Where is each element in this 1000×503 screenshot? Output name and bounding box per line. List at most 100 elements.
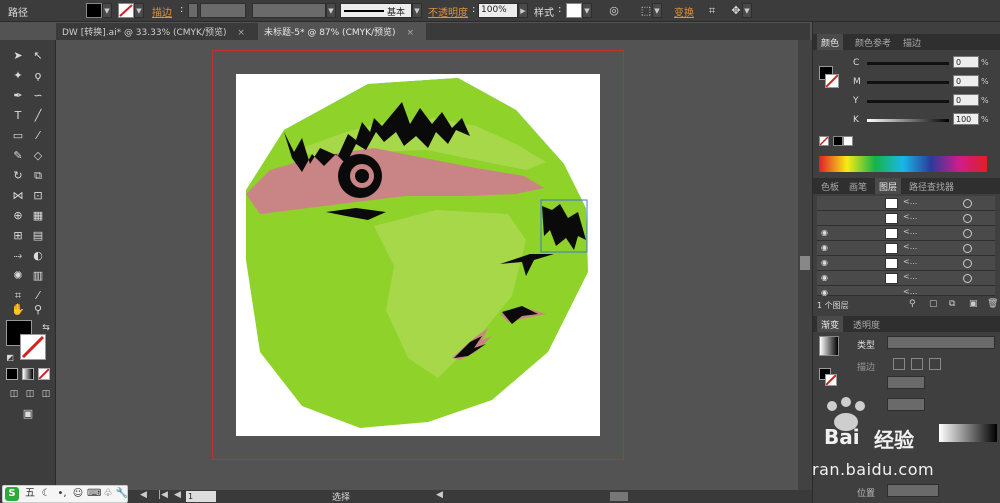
default-colors-icon[interactable]: ◩ — [2, 350, 18, 366]
horizontal-scroll-thumb[interactable] — [610, 492, 628, 501]
align-options-arrow[interactable]: ▼ — [652, 3, 662, 18]
half-width-icon[interactable]: ☾ — [39, 487, 53, 501]
artwork[interactable] — [56, 40, 798, 490]
nav-prev2-icon[interactable]: ◀ — [174, 490, 181, 500]
stroke-gradient-along-icon[interactable] — [911, 358, 923, 370]
rotate-tool-icon[interactable]: ↻ — [10, 168, 26, 184]
tab-transparency[interactable]: 透明度 — [849, 316, 884, 332]
width-tool-icon[interactable]: ⋈ — [10, 188, 26, 204]
stroke-color-box[interactable] — [20, 334, 46, 360]
slider-c-value[interactable]: 0 — [953, 56, 979, 68]
symbol-sprayer-tool-icon[interactable]: ✺ — [10, 268, 26, 284]
opacity-arrow[interactable]: ▶ — [518, 3, 528, 18]
layer-row[interactable]: ◉ <... — [817, 271, 995, 286]
graphic-style-arrow[interactable]: ▼ — [582, 3, 592, 18]
fill-dropdown-arrow[interactable]: ▼ — [102, 3, 112, 18]
variable-width-dropdown[interactable] — [252, 3, 326, 18]
new-sublayer-icon[interactable]: ⧉ — [949, 299, 955, 309]
stroke-gradient-within-icon[interactable] — [893, 358, 905, 370]
close-icon[interactable]: × — [237, 28, 245, 38]
magic-wand-tool-icon[interactable]: ✦ — [10, 68, 26, 84]
layer-row[interactable]: ◉ <... — [817, 241, 995, 256]
transform-label[interactable]: 变换 — [674, 4, 694, 19]
clipping-mask-icon[interactable]: ▢ — [929, 299, 938, 309]
perspective-grid-tool-icon[interactable]: ▦ — [30, 208, 46, 224]
ime-mode-label[interactable]: 五 — [23, 487, 37, 501]
tab-brushes[interactable]: 画笔 — [845, 178, 871, 194]
pencil-tool-icon[interactable]: ✎ — [10, 148, 26, 164]
layer-row[interactable]: ◉ <... — [817, 286, 995, 297]
none-mode-icon[interactable] — [38, 368, 50, 380]
target-icon[interactable] — [963, 229, 972, 238]
gradient-tool-icon[interactable]: ▤ — [30, 228, 46, 244]
canvas-area[interactable] — [56, 40, 798, 490]
tab-document-2[interactable]: 未标题-5* @ 87% (CMYK/预览) × — [258, 23, 426, 40]
artboard-number-field[interactable]: 1 — [186, 491, 216, 502]
target-icon[interactable] — [963, 214, 972, 223]
column-graph-tool-icon[interactable]: ▥ — [30, 268, 46, 284]
draw-inside-icon[interactable]: ◫ — [38, 386, 54, 402]
shape-builder-tool-icon[interactable]: ⊕ — [10, 208, 26, 224]
nav-first-icon[interactable]: ◀ — [140, 490, 147, 500]
hand-tool-icon[interactable]: ✋ — [10, 302, 26, 318]
layer-row[interactable]: ◉ <... — [817, 226, 995, 241]
variable-width-arrow[interactable]: ▼ — [326, 3, 336, 18]
locate-object-icon[interactable]: ⚲ — [909, 299, 916, 309]
pen-tool-icon[interactable]: ✒ — [10, 88, 26, 104]
layer-row[interactable]: <... — [817, 196, 995, 211]
slider-k[interactable] — [867, 119, 949, 122]
gradient-position-field[interactable] — [887, 484, 939, 497]
slider-m-value[interactable]: 0 — [953, 75, 979, 87]
tab-pathfinder[interactable]: 路径查找器 — [905, 178, 958, 194]
layer-row[interactable]: <... — [817, 211, 995, 226]
type-tool-icon[interactable]: T — [10, 108, 26, 124]
eye-icon[interactable]: ◉ — [821, 228, 831, 238]
trash-icon[interactable]: 🗑 — [987, 299, 998, 309]
fill-swatch[interactable] — [86, 3, 102, 18]
tab-document-1[interactable]: DW [转换].ai* @ 33.33% (CMYK/预览) × — [56, 23, 256, 40]
eye-icon[interactable]: ◉ — [821, 258, 831, 268]
gradient-slider[interactable] — [939, 424, 997, 442]
tab-stroke[interactable]: 描边 — [899, 34, 925, 50]
eyedropper-tool-icon[interactable]: ⤑ — [10, 248, 26, 264]
target-icon[interactable] — [963, 244, 972, 253]
white-color-chip[interactable] — [843, 136, 853, 146]
options-arrow[interactable]: ▼ — [742, 3, 752, 18]
line-tool-icon[interactable]: ╱ — [30, 108, 46, 124]
slider-y[interactable] — [867, 100, 949, 103]
target-icon[interactable] — [963, 274, 972, 283]
slider-k-value[interactable]: 100 — [953, 113, 979, 125]
gradient-type-dropdown[interactable] — [887, 336, 995, 349]
vertical-scroll-thumb[interactable] — [800, 256, 810, 270]
tab-layers[interactable]: 图层 — [875, 178, 902, 194]
eraser-tool-icon[interactable]: ◇ — [30, 148, 46, 164]
rectangle-tool-icon[interactable]: ▭ — [10, 128, 26, 144]
stroke-gradient-across-icon[interactable] — [929, 358, 941, 370]
keyboard-icon[interactable]: ⌨ — [87, 487, 101, 501]
swap-colors-icon[interactable]: ⇆ — [38, 320, 54, 336]
tab-color-guide[interactable]: 颜色参考 — [851, 34, 895, 50]
isolate-icon[interactable]: ⌗ — [704, 3, 720, 19]
slider-m[interactable] — [867, 81, 949, 84]
punctuation-icon[interactable]: •, — [55, 487, 69, 501]
stroke-weight-field[interactable] — [200, 3, 246, 18]
tools-icon[interactable]: 🔧 — [115, 487, 129, 501]
new-layer-icon[interactable]: ▣ — [969, 299, 978, 309]
slider-c[interactable] — [867, 62, 949, 65]
stroke-dropdown-arrow[interactable]: ▼ — [134, 3, 144, 18]
curvature-tool-icon[interactable]: ∽ — [30, 88, 46, 104]
eye-icon[interactable]: ◉ — [821, 243, 831, 253]
paintbrush-tool-icon[interactable]: ⁄ — [30, 128, 46, 144]
stroke-weight-stepper[interactable] — [188, 3, 198, 18]
direct-selection-tool-icon[interactable]: ↖ — [30, 48, 46, 64]
gradient-preview[interactable] — [819, 336, 839, 356]
panel-stroke-swatch[interactable] — [825, 74, 839, 88]
target-icon[interactable] — [963, 199, 972, 208]
layer-row[interactable]: ◉ <... — [817, 256, 995, 271]
slider-y-value[interactable]: 0 — [953, 94, 979, 106]
zoom-tool-icon[interactable]: ⚲ — [30, 302, 46, 318]
stroke-swatch[interactable] — [118, 3, 134, 18]
hscroll-left-icon[interactable]: ◀ — [436, 490, 443, 500]
brush-definition-dropdown[interactable]: 基本 — [340, 3, 412, 18]
opacity-field[interactable]: 100% — [478, 3, 518, 18]
